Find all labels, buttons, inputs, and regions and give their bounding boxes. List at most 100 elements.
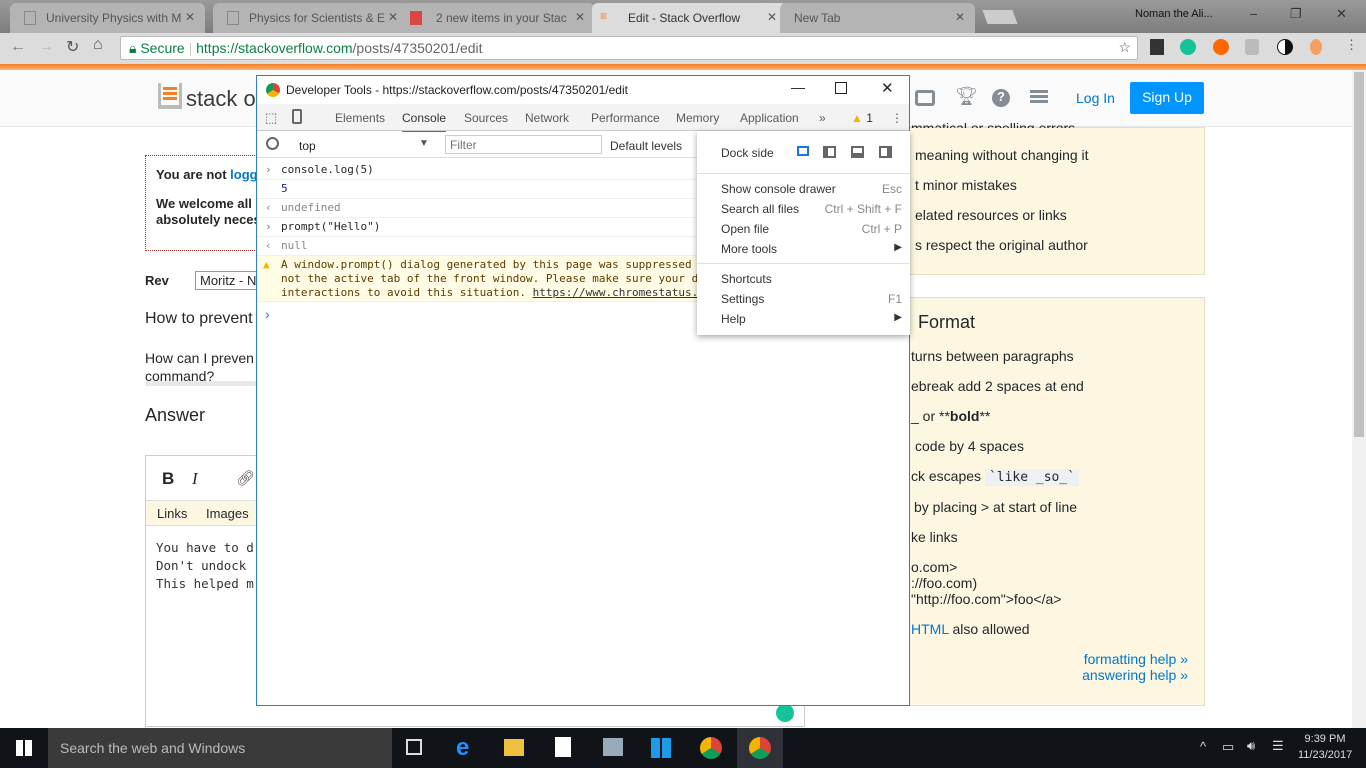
- trophy-icon[interactable]: 🏆︎: [955, 86, 978, 107]
- close-icon[interactable]: ✕: [767, 10, 777, 24]
- close-icon[interactable]: ✕: [388, 10, 398, 24]
- answer-textarea[interactable]: You have to d Don't undock This helped m: [156, 539, 254, 593]
- dark-reader-icon[interactable]: [1277, 39, 1293, 55]
- menu-item-settings[interactable]: Settings F1: [697, 292, 910, 312]
- maximize-button[interactable]: [835, 82, 847, 94]
- forward-icon[interactable]: →: [38, 38, 54, 56]
- question-body: command?: [145, 368, 215, 381]
- taskbar-search[interactable]: Search the web and Windows: [48, 728, 392, 768]
- home-icon[interactable]: ⌂: [93, 36, 103, 54]
- grammarly-icon[interactable]: [1180, 39, 1196, 55]
- address-bar[interactable]: 🔒︎ Secure | https://stackoverflow.com/po…: [120, 36, 1138, 60]
- close-icon[interactable]: ✕: [575, 10, 585, 24]
- back-icon[interactable]: ←: [10, 38, 26, 56]
- devtools-titlebar[interactable]: Developer Tools - https://stackoverflow.…: [257, 76, 909, 104]
- stack-exchange-icon[interactable]: [1030, 90, 1048, 104]
- help-icon[interactable]: ?: [992, 89, 1010, 107]
- chromestatus-link[interactable]: https://www.chromestatus.c: [533, 286, 705, 299]
- warnings-counter[interactable]: ▲ 1: [851, 111, 873, 125]
- edge-icon[interactable]: e: [456, 734, 469, 762]
- action-center-icon[interactable]: ☰: [1272, 738, 1284, 754]
- chrome-active-taskbar[interactable]: [737, 728, 783, 768]
- device-toolbar-icon[interactable]: [292, 109, 302, 124]
- dock-bottom-icon[interactable]: [851, 146, 864, 158]
- network-icon[interactable]: ▭: [1222, 739, 1234, 755]
- console-prompt[interactable]: ›: [265, 306, 270, 322]
- clock-date[interactable]: 11/23/2017: [1298, 749, 1352, 761]
- tab-performance[interactable]: Performance: [591, 111, 660, 125]
- bold-button[interactable]: B: [162, 469, 174, 489]
- close-icon[interactable]: ✕: [185, 10, 195, 24]
- signup-button[interactable]: Sign Up: [1130, 82, 1204, 114]
- login-link[interactable]: logg: [230, 167, 257, 182]
- app-icon[interactable]: [603, 738, 623, 756]
- link-icon[interactable]: 🔗︎: [236, 469, 255, 487]
- grammarly-icon[interactable]: [776, 704, 794, 722]
- chrome-taskbar-icon[interactable]: [700, 737, 722, 759]
- extension-film-icon[interactable]: [1150, 39, 1164, 55]
- dock-left-icon[interactable]: [823, 146, 836, 158]
- tab-edit-stack-overflow[interactable]: ≡ Edit - Stack Overflow ✕: [592, 3, 787, 33]
- file-explorer-icon[interactable]: [504, 739, 524, 756]
- formatting-help-link[interactable]: formatting help »: [1084, 651, 1188, 667]
- log-levels-select[interactable]: Default levels: [610, 139, 682, 153]
- tab-network[interactable]: Network: [525, 111, 569, 125]
- tab-label: University Physics with M: [46, 11, 182, 25]
- clock-time[interactable]: 9:39 PM: [1300, 733, 1350, 745]
- new-tab-button[interactable]: [982, 10, 1018, 24]
- reload-icon[interactable]: ↻: [66, 37, 79, 57]
- menu-item-more-tools[interactable]: More tools ▶: [697, 242, 910, 262]
- tab-new-tab[interactable]: New Tab ✕: [780, 3, 975, 33]
- bookmark-star-icon[interactable]: ☆: [1118, 39, 1131, 56]
- tab-sources[interactable]: Sources: [464, 111, 508, 125]
- context-select[interactable]: top: [299, 139, 316, 153]
- help-tab-links[interactable]: Links: [157, 506, 187, 521]
- menu-item-open-file[interactable]: Open file Ctrl + P: [697, 222, 910, 242]
- chrome-menu-icon[interactable]: ⋮: [1345, 37, 1358, 53]
- close-icon[interactable]: ✕: [955, 10, 965, 24]
- chevron-down-icon[interactable]: ▼: [419, 138, 429, 149]
- inbox-icon[interactable]: [915, 90, 935, 106]
- task-view-icon[interactable]: [406, 739, 422, 755]
- customize-menu-icon[interactable]: ⋮: [891, 111, 903, 125]
- extension-icon[interactable]: [1310, 39, 1322, 55]
- login-link[interactable]: Log In: [1076, 90, 1115, 106]
- extension-orange-icon[interactable]: [1213, 39, 1229, 55]
- volume-icon[interactable]: 🔊︎: [1247, 738, 1255, 754]
- store-icon[interactable]: [555, 737, 571, 757]
- scrollbar-thumb[interactable]: [1354, 72, 1364, 437]
- minimize-button[interactable]: –: [1250, 6, 1257, 21]
- menu-item-search-all-files[interactable]: Search all files Ctrl + Shift + F: [697, 202, 910, 222]
- revision-select[interactable]: Moritz - N: [195, 271, 265, 290]
- tab-memory[interactable]: Memory: [676, 111, 719, 125]
- tab-gmail[interactable]: 2 new items in your Stac ✕: [400, 3, 595, 33]
- close-button[interactable]: ✕: [881, 79, 894, 97]
- menu-item-help[interactable]: Help ▶: [697, 312, 910, 332]
- italic-button[interactable]: I: [192, 469, 198, 489]
- help-tab-images[interactable]: Images: [206, 506, 249, 521]
- inspect-element-icon[interactable]: ⬚: [265, 110, 277, 126]
- answering-help-link[interactable]: answering help »: [1082, 667, 1188, 683]
- filter-input[interactable]: [445, 135, 602, 154]
- tab-elements[interactable]: Elements: [335, 111, 385, 125]
- show-hidden-icons[interactable]: ^: [1200, 739, 1206, 754]
- menu-item-show-console-drawer[interactable]: Show console drawer Esc: [697, 182, 910, 202]
- extension-s-icon[interactable]: [1245, 39, 1259, 55]
- minimize-button[interactable]: —: [791, 79, 805, 95]
- dock-right-icon[interactable]: [879, 146, 892, 158]
- restore-button[interactable]: ❐: [1290, 6, 1302, 22]
- tab-application[interactable]: Application: [740, 111, 799, 125]
- windows-start-icon[interactable]: [16, 740, 32, 756]
- windows-app-icon[interactable]: [651, 738, 671, 758]
- tab-console[interactable]: Console: [402, 111, 447, 133]
- warning-icon: ▲: [851, 111, 863, 125]
- more-tabs-icon[interactable]: »: [819, 111, 826, 125]
- clear-console-icon[interactable]: [266, 137, 279, 150]
- html-link[interactable]: HTML: [911, 621, 949, 637]
- menu-item-shortcuts[interactable]: Shortcuts: [697, 272, 910, 292]
- close-window-button[interactable]: ✕: [1336, 6, 1347, 22]
- dock-undock-icon[interactable]: [797, 146, 809, 156]
- tab-physics-scientists[interactable]: Physics for Scientists & E ✕: [213, 3, 408, 33]
- tab-university-physics[interactable]: University Physics with M ✕: [10, 3, 205, 33]
- profile-name[interactable]: Noman the Ali...: [1135, 8, 1213, 20]
